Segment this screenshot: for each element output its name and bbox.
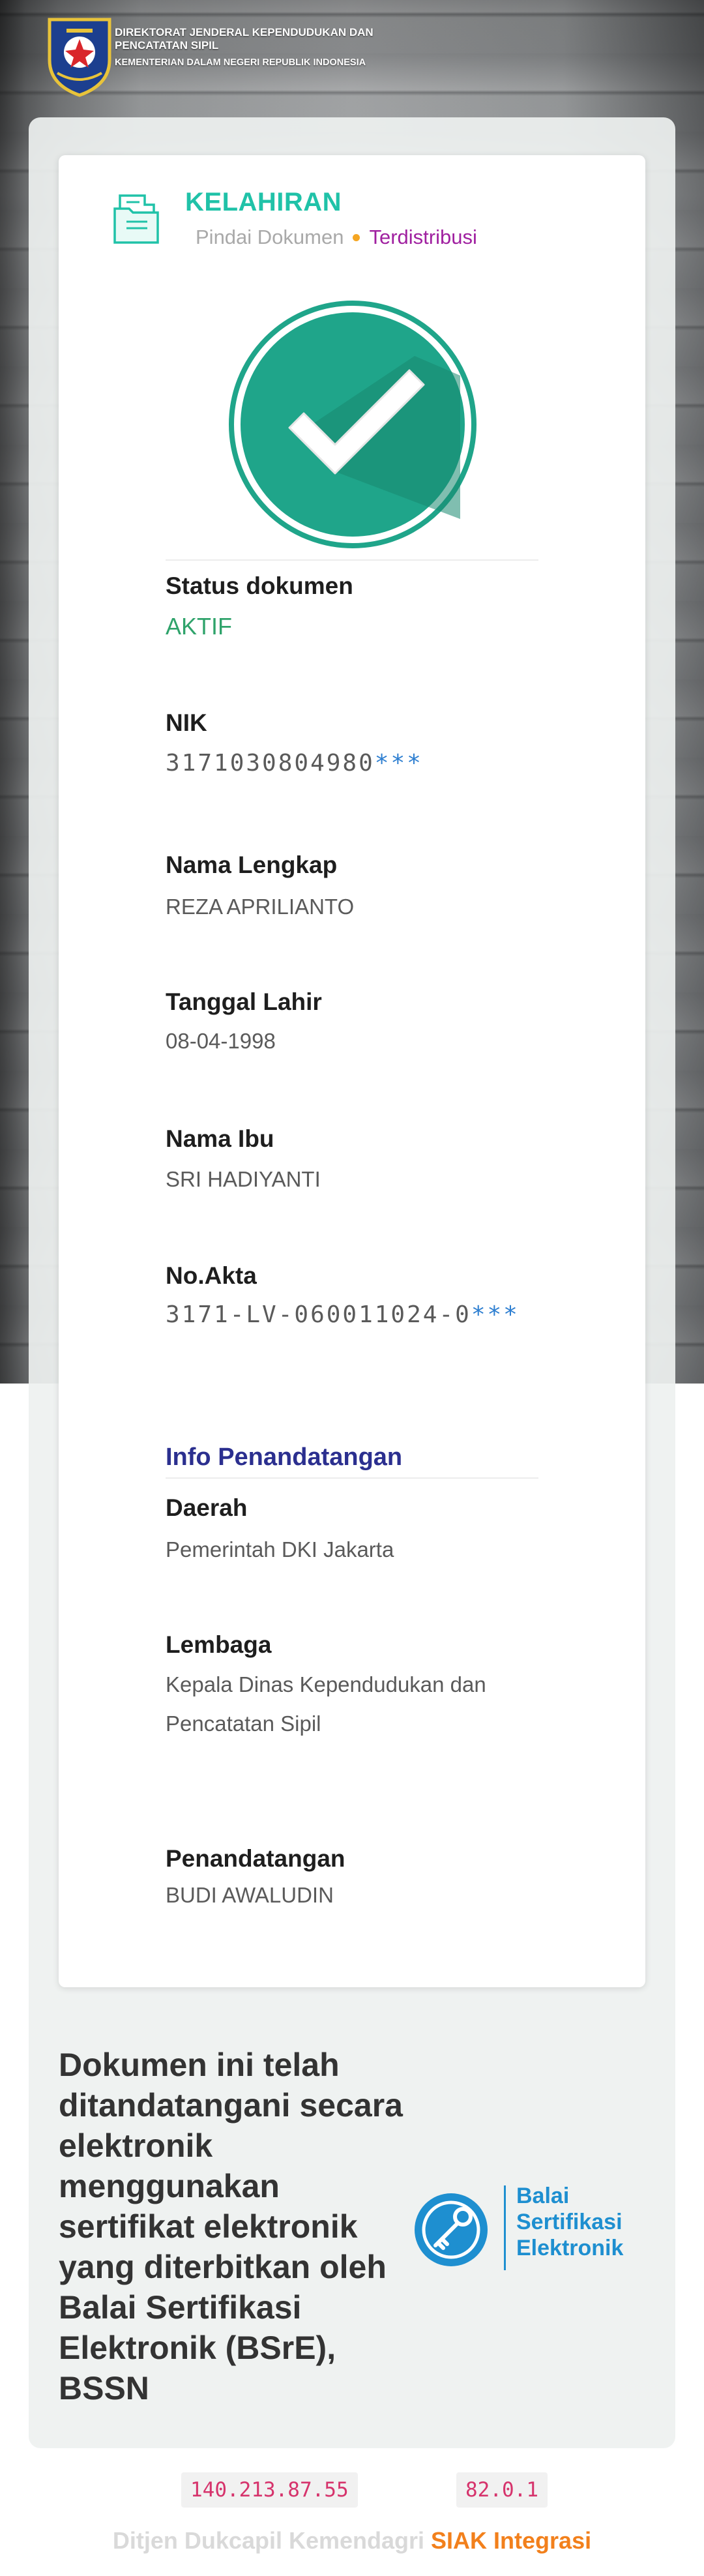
document-status-line: Pindai Dokumen Terdistribusi bbox=[196, 226, 477, 249]
app-version: 82.0.1 bbox=[456, 2472, 548, 2508]
status-value: AKTIF bbox=[166, 613, 233, 640]
checkmark-icon bbox=[229, 301, 477, 548]
bsre-wordmark: Balai Sertifikasi Elektronik bbox=[516, 2183, 623, 2261]
header-agency: DIREKTORAT JENDERAL KEPENDUDUKAN DAN PEN… bbox=[115, 26, 374, 52]
divider bbox=[166, 1477, 538, 1479]
bsre-divider bbox=[504, 2185, 506, 2270]
status-label: Status dokumen bbox=[166, 572, 353, 599]
nama-ibu-value: SRI HADIYANTI bbox=[166, 1167, 321, 1191]
divider bbox=[166, 559, 538, 561]
status-dot bbox=[353, 233, 360, 241]
no-akta-label: No.Akta bbox=[166, 1262, 257, 1289]
nama-value: REZA APRILIANTO bbox=[166, 895, 355, 919]
header-ministry: KEMENTERIAN DALAM NEGERI REPUBLIK INDONE… bbox=[115, 57, 366, 68]
tanggal-lahir-value: 08-04-1998 bbox=[166, 1029, 276, 1053]
no-akta-value: 3171-LV-060011024-0*** bbox=[166, 1301, 520, 1328]
header-title: DIREKTORAT JENDERAL KEPENDUDUKAN DAN PEN… bbox=[115, 26, 441, 69]
nik-number: 3171030804980 bbox=[166, 750, 375, 777]
no-akta-number: 3171-LV-060011024-0 bbox=[166, 1301, 471, 1328]
bsre-key-icon bbox=[415, 2193, 488, 2266]
bsre-line3: Elektronik bbox=[516, 2236, 624, 2260]
document-type: KELAHIRAN bbox=[185, 188, 342, 216]
nik-mask: *** bbox=[374, 750, 423, 777]
scan-label: Pindai Dokumen bbox=[196, 226, 344, 248]
kemendagri-logo-icon bbox=[48, 18, 111, 97]
signer-section-title: Info Penandatangan bbox=[166, 1443, 403, 1471]
document-icon bbox=[113, 194, 159, 244]
nik-label: NIK bbox=[166, 709, 207, 736]
nama-label: Nama Lengkap bbox=[166, 851, 338, 878]
nama-ibu-label: Nama Ibu bbox=[166, 1125, 274, 1152]
bsre-line1: Balai bbox=[516, 2184, 570, 2208]
tanggal-lahir-label: Tanggal Lahir bbox=[166, 988, 322, 1015]
no-akta-mask: *** bbox=[471, 1301, 520, 1328]
signature-note: Dokumen ini telah ditandatangani secara … bbox=[59, 2047, 403, 2406]
footer-app-link[interactable]: SIAK Integrasi bbox=[431, 2527, 591, 2554]
penandatangan-value: BUDI AWALUDIN bbox=[166, 1883, 334, 1907]
ip-address: 140.213.87.55 bbox=[181, 2472, 358, 2508]
footer-org: Ditjen Dukcapil Kemendagri bbox=[112, 2527, 425, 2554]
daerah-label: Daerah bbox=[166, 1494, 248, 1521]
lembaga-value: Kepala Dinas Kependudukan dan Pencatatan… bbox=[166, 1672, 486, 1736]
nik-value: 3171030804980*** bbox=[166, 750, 423, 777]
lembaga-label: Lembaga bbox=[166, 1631, 272, 1658]
bsre-line2: Sertifikasi bbox=[516, 2210, 623, 2234]
distribution-status: Terdistribusi bbox=[369, 226, 477, 248]
daerah-value: Pemerintah DKI Jakarta bbox=[166, 1537, 394, 1562]
footer-credit: Ditjen Dukcapil Kemendagri SIAK Integras… bbox=[0, 2527, 704, 2554]
penandatangan-label: Penandatangan bbox=[166, 1845, 345, 1872]
header: DIREKTORAT JENDERAL KEPENDUDUKAN DAN PEN… bbox=[0, 0, 704, 117]
